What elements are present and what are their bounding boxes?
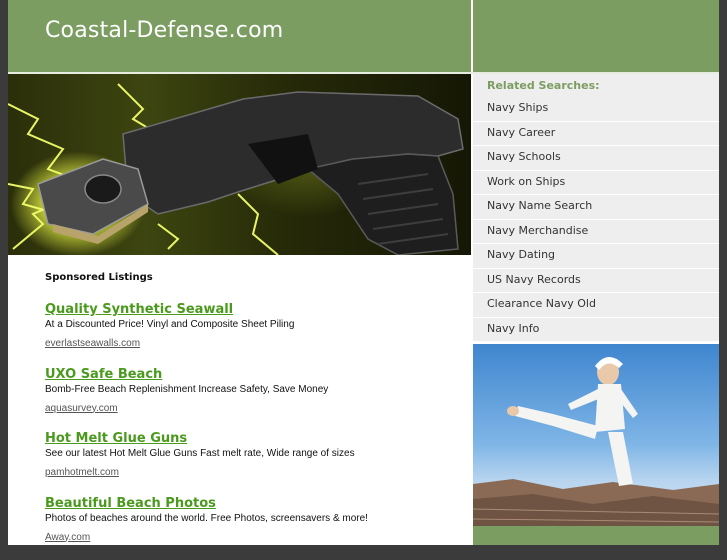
- related-search-label[interactable]: Navy Dating: [473, 248, 555, 261]
- related-search-link[interactable]: Navy Info: [473, 317, 719, 343]
- related-searches-panel: Related Searches: Navy Ships Navy Career…: [473, 74, 719, 342]
- related-search-label[interactable]: Navy Info: [473, 322, 539, 335]
- taser-illustration: [8, 74, 471, 255]
- listing: UXO Safe Beach Bomb-Free Beach Replenish…: [45, 367, 465, 432]
- listing-description: See our latest Hot Melt Glue Guns Fast m…: [45, 447, 465, 460]
- related-search-label[interactable]: Work on Ships: [473, 175, 565, 188]
- listing: Beautiful Beach Photos Photos of beaches…: [45, 496, 465, 560]
- related-search-link[interactable]: Navy Dating: [473, 243, 719, 269]
- related-search-label[interactable]: Navy Merchandise: [473, 224, 588, 237]
- woman-figure: [507, 357, 638, 486]
- related-search-link[interactable]: Navy Name Search: [473, 194, 719, 220]
- listing-description: Bomb-Free Beach Replenishment Increase S…: [45, 383, 465, 396]
- listing-title-link[interactable]: Quality Synthetic Seawall: [45, 302, 465, 318]
- listing-url-link[interactable]: everlastseawalls.com: [45, 338, 140, 349]
- related-search-label[interactable]: Navy Schools: [473, 150, 561, 163]
- page: Coastal-Defense.com: [8, 0, 719, 545]
- listing-url-link[interactable]: pamhotmelt.com: [45, 467, 119, 478]
- listing: Quality Synthetic Seawall At a Discounte…: [45, 302, 465, 367]
- related-search-link[interactable]: US Navy Records: [473, 268, 719, 294]
- side-photo: [473, 344, 719, 526]
- related-search-label[interactable]: Navy Career: [473, 126, 555, 139]
- sidebar-footer-bar: [473, 526, 719, 545]
- listing-description: At a Discounted Price! Vinyl and Composi…: [45, 318, 465, 331]
- listing-title-link[interactable]: UXO Safe Beach: [45, 367, 465, 383]
- related-search-label[interactable]: US Navy Records: [473, 273, 581, 286]
- listing: Hot Melt Glue Guns See our latest Hot Me…: [45, 431, 465, 496]
- listing-title-link[interactable]: Beautiful Beach Photos: [45, 496, 465, 512]
- related-search-label[interactable]: Navy Ships: [473, 101, 548, 114]
- related-search-link[interactable]: Navy Schools: [473, 145, 719, 171]
- listing-url-link[interactable]: Away.com: [45, 532, 90, 543]
- sponsored-listings: Sponsored Listings Quality Synthetic Sea…: [45, 272, 465, 560]
- related-search-link[interactable]: Work on Ships: [473, 170, 719, 196]
- kickboxing-illustration: [473, 344, 719, 526]
- related-search-label[interactable]: Navy Name Search: [473, 199, 592, 212]
- related-search-label[interactable]: Clearance Navy Old: [473, 297, 596, 310]
- related-search-link[interactable]: Navy Ships: [473, 96, 719, 122]
- header-side-panel: [473, 0, 719, 72]
- header-banner: Coastal-Defense.com: [8, 0, 471, 72]
- sponsored-heading: Sponsored Listings: [45, 272, 465, 284]
- listing-title-link[interactable]: Hot Melt Glue Guns: [45, 431, 465, 447]
- related-search-link[interactable]: Clearance Navy Old: [473, 292, 719, 318]
- related-search-link[interactable]: Navy Career: [473, 121, 719, 147]
- cartridge-lens: [85, 175, 121, 203]
- site-title[interactable]: Coastal-Defense.com: [45, 18, 283, 43]
- listing-description: Photos of beaches around the world. Free…: [45, 512, 465, 525]
- related-searches-heading: Related Searches:: [487, 79, 600, 92]
- related-search-link[interactable]: Navy Merchandise: [473, 219, 719, 245]
- hero-image: [8, 74, 471, 255]
- listing-url-link[interactable]: aquasurvey.com: [45, 403, 118, 414]
